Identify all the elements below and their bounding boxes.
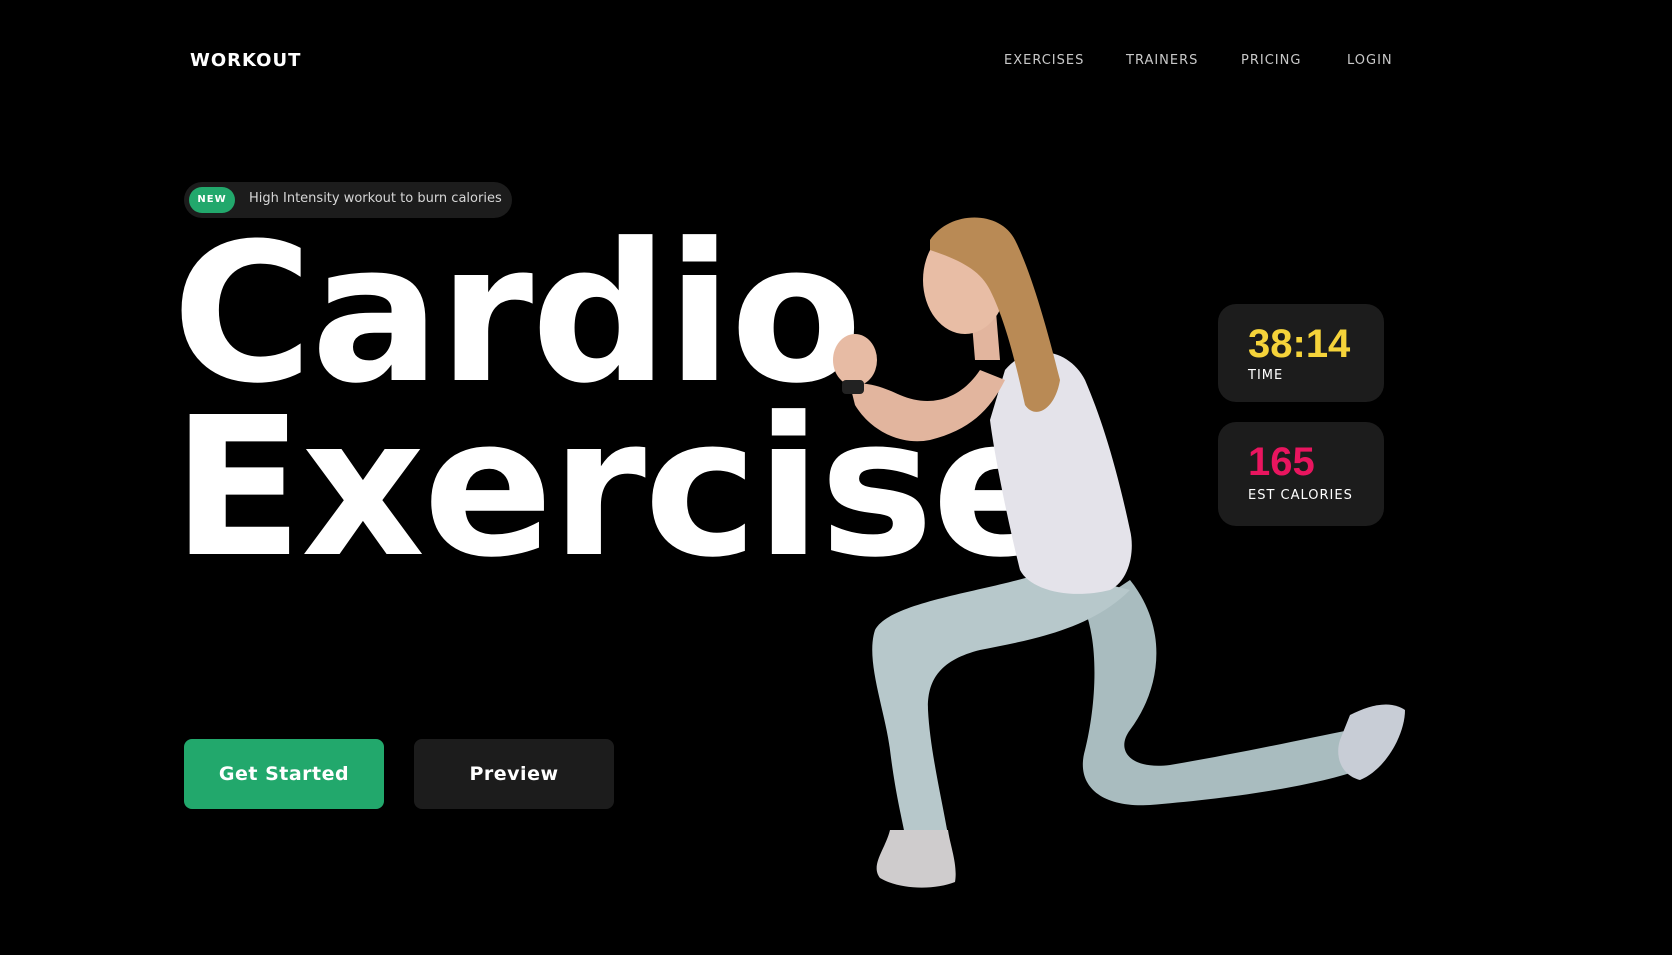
- calories-label: EST CALORIES: [1248, 488, 1353, 503]
- nav-link-exercises[interactable]: EXERCISES: [1004, 53, 1084, 68]
- get-started-button[interactable]: Get Started: [184, 739, 384, 809]
- time-stat-card: 38:14 TIME: [1218, 304, 1384, 402]
- calories-stat-card: 165 EST CALORIES: [1218, 422, 1384, 526]
- top-nav: EXERCISES TRAINERS PRICING LOGIN: [0, 53, 1672, 73]
- athlete-front-shoe: [876, 830, 956, 888]
- time-value: 38:14: [1248, 322, 1351, 366]
- athlete-watch: [842, 380, 864, 394]
- athlete-fists: [833, 334, 877, 386]
- time-label: TIME: [1248, 368, 1284, 383]
- athlete-torso: [990, 351, 1132, 594]
- landing-page: WORKOUT EXERCISES TRAINERS PRICING LOGIN…: [0, 0, 1672, 955]
- preview-button[interactable]: Preview: [414, 739, 614, 809]
- athlete-back-leg: [1082, 580, 1360, 806]
- nav-link-login[interactable]: LOGIN: [1347, 53, 1393, 68]
- athlete-arm: [850, 370, 1005, 442]
- nav-link-trainers[interactable]: TRAINERS: [1126, 53, 1198, 68]
- athlete-back-shoe: [1338, 704, 1405, 780]
- athlete-front-leg: [872, 570, 1130, 835]
- calories-value: 165: [1248, 440, 1315, 484]
- nav-link-pricing[interactable]: PRICING: [1241, 53, 1301, 68]
